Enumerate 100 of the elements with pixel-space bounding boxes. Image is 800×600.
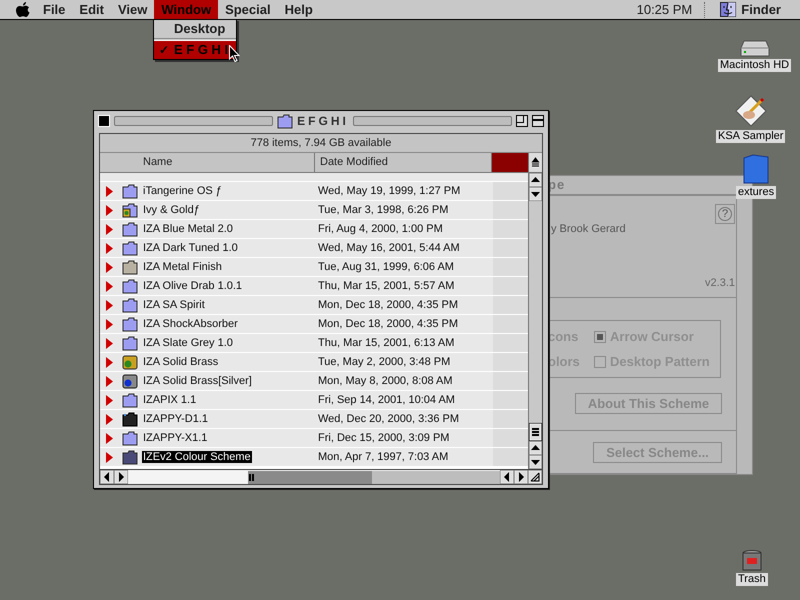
disclosure-triangle-icon[interactable] xyxy=(106,262,113,272)
horizontal-scrollbar[interactable] xyxy=(100,469,542,484)
scroll-up-icon[interactable] xyxy=(529,441,542,455)
menu-item[interactable]: Help xyxy=(278,0,320,19)
column-header[interactable]: Name xyxy=(100,153,315,172)
date-cell-text: Fri, Dec 15, 2000, 3:09 PM xyxy=(317,430,450,446)
menu-item[interactable]: Edit xyxy=(72,0,111,19)
folder-icon xyxy=(277,114,294,128)
icon-label[interactable]: Macintosh HD xyxy=(718,59,792,72)
disclosure-triangle-icon[interactable] xyxy=(106,300,113,310)
scroll-up-icon[interactable] xyxy=(529,173,542,187)
disclosure-triangle-icon[interactable] xyxy=(106,318,113,330)
disclosure-triangle-icon[interactable] xyxy=(106,186,113,196)
date-cell-text: Fri, Sep 14, 2001, 10:04 AM xyxy=(317,392,456,408)
finder-face-icon[interactable] xyxy=(720,2,736,17)
checkbox[interactable] xyxy=(594,356,606,368)
file-name[interactable]: IZA Dark Tuned 1.0 xyxy=(142,242,239,254)
version-text: v2.3.1 xyxy=(705,276,736,291)
scroll-down-icon[interactable] xyxy=(529,455,542,469)
disclosure-triangle-icon[interactable] xyxy=(106,432,113,444)
icon-label[interactable]: KSA Sampler xyxy=(716,130,786,143)
date-cell-text: Mon, Dec 18, 2000, 4:35 PM xyxy=(317,316,460,332)
folder-icon xyxy=(122,222,138,236)
menu-item[interactable]: Special xyxy=(218,0,278,19)
folder-icon xyxy=(122,260,138,274)
disclosure-triangle-icon[interactable] xyxy=(106,338,113,348)
file-name[interactable]: IZA SA Spirit xyxy=(142,298,206,311)
scroll-left-icon[interactable] xyxy=(500,470,514,484)
scroll-right-icon[interactable] xyxy=(514,470,528,484)
file-name[interactable]: IZA Slate Grey 1.0 xyxy=(142,336,234,349)
scroll-left-icon[interactable] xyxy=(100,470,114,484)
file-name[interactable]: IZA Solid Brass[Silver] xyxy=(142,374,253,387)
date-cell-text: Mon, Apr 7, 1997, 7:03 AM xyxy=(317,450,450,465)
info-bar: 778 items, 7.94 GB available xyxy=(100,134,542,153)
close-box[interactable] xyxy=(98,115,110,127)
sort-order-icon[interactable] xyxy=(528,153,542,172)
file-name[interactable]: IZAPIX 1.1 xyxy=(142,394,198,406)
scroll-thumb-icon[interactable] xyxy=(248,470,372,484)
pen-document-icon[interactable] xyxy=(734,94,768,128)
file-name[interactable]: IZEv2 Colour Scheme xyxy=(142,450,252,463)
disclosure-triangle-icon[interactable] xyxy=(106,280,113,292)
disclosure-triangle-icon[interactable] xyxy=(106,204,113,216)
file-name[interactable]: IZAPPY-X1.1 xyxy=(142,432,208,444)
file-name[interactable]: iTangerine OS ƒ xyxy=(142,184,223,197)
icon-label[interactable]: extures xyxy=(736,186,776,199)
folder-icon xyxy=(122,278,138,294)
date-cell-text: Wed, Dec 20, 2000, 3:36 PM xyxy=(317,412,460,427)
collapse-box-icon[interactable] xyxy=(532,115,544,127)
folder-icon xyxy=(122,412,138,426)
disclosure-triangle-icon[interactable] xyxy=(106,414,113,424)
disclosure-triangle-icon[interactable] xyxy=(106,356,113,368)
zoom-box-icon[interactable] xyxy=(516,115,528,127)
folder-icon xyxy=(122,184,138,198)
disclosure-triangle-icon[interactable] xyxy=(106,394,113,406)
scroll-thumb-icon[interactable] xyxy=(529,423,542,441)
app-name: Finder xyxy=(741,0,781,19)
date-cell-text: Tue, Aug 31, 1999, 6:06 AM xyxy=(317,260,455,275)
disclosure-triangle-icon[interactable] xyxy=(106,224,113,234)
folder-icon xyxy=(122,392,138,408)
date-cell-text: Wed, May 16, 2001, 5:44 AM xyxy=(317,240,461,256)
date-cell-text: Fri, Aug 4, 2000, 1:00 PM xyxy=(317,222,444,237)
file-name[interactable]: IZA Metal Finish xyxy=(142,260,223,273)
resize-icon[interactable] xyxy=(528,470,542,484)
menu-item[interactable]: File xyxy=(36,0,72,19)
folder-icon xyxy=(122,298,138,312)
date-cell-text: Thu, Mar 15, 2001, 5:57 AM xyxy=(317,278,456,294)
file-name[interactable]: Ivy & Goldƒ xyxy=(142,204,201,216)
icon-label[interactable]: Trash xyxy=(736,573,768,586)
folder-icon xyxy=(122,202,138,218)
author-text: y Brook Gerard xyxy=(550,222,627,237)
folder-icon xyxy=(122,316,138,332)
disclosure-triangle-icon[interactable] xyxy=(106,242,113,254)
help-button[interactable]: ? xyxy=(715,204,735,224)
folder-icon xyxy=(122,240,138,256)
menu-item[interactable]: Desktop xyxy=(154,20,236,38)
menu-clock: 10:25 PM xyxy=(636,0,692,19)
file-name[interactable]: IZA Blue Metal 2.0 xyxy=(142,222,234,235)
date-cell-text: Mon, Dec 18, 2000, 4:35 PM xyxy=(317,298,460,313)
apple-menu-icon[interactable] xyxy=(15,1,31,18)
checkbox[interactable] xyxy=(594,331,606,344)
file-name[interactable]: IZAPPY-D1.1 xyxy=(142,412,210,425)
disclosure-triangle-icon[interactable] xyxy=(106,376,113,386)
menu-item[interactable]: View xyxy=(110,0,154,19)
date-cell-text: Tue, May 2, 2000, 3:48 PM xyxy=(317,354,452,370)
date-cell-text: Mon, May 8, 2000, 8:08 AM xyxy=(317,374,454,389)
scroll-right-icon[interactable] xyxy=(114,470,128,484)
application-icon xyxy=(122,374,138,388)
file-name[interactable]: IZA Olive Drab 1.0.1 xyxy=(142,280,244,292)
folder-icon xyxy=(122,336,138,350)
folder-icon xyxy=(122,450,138,464)
application-icon xyxy=(122,354,138,370)
disclosure-triangle-icon[interactable] xyxy=(106,452,113,462)
scroll-down-icon[interactable] xyxy=(529,187,542,201)
window-title: EFGHI xyxy=(297,113,349,130)
column-header[interactable]: Date Modified xyxy=(315,153,492,172)
file-name[interactable]: IZA Solid Brass xyxy=(142,356,220,368)
trash-can-icon[interactable] xyxy=(742,550,762,571)
vertical-scrollbar[interactable] xyxy=(528,173,542,469)
date-cell-text: Tue, Mar 3, 1998, 6:26 PM xyxy=(317,202,450,218)
file-name[interactable]: IZA ShockAbsorber xyxy=(142,318,239,330)
